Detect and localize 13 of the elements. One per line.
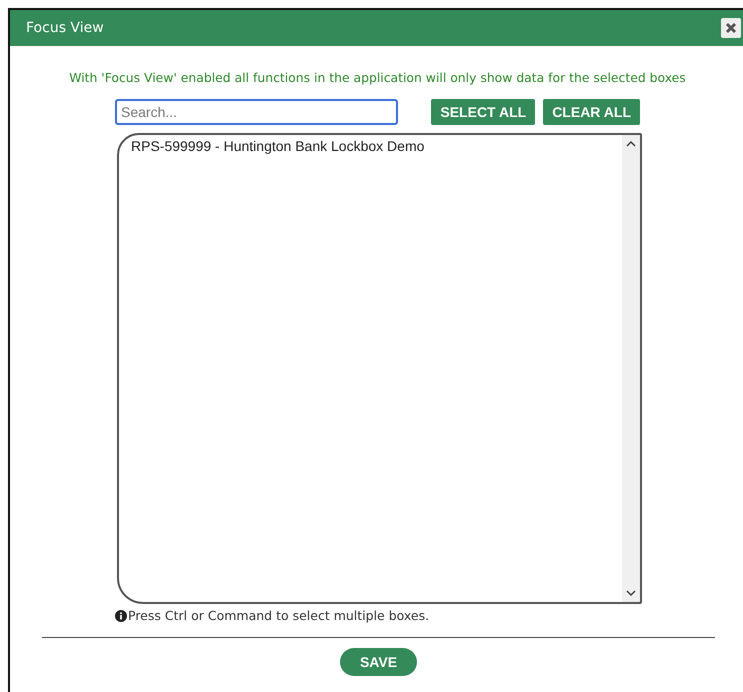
scroll-up-icon[interactable] [626, 141, 636, 147]
save-button[interactable]: SAVE [340, 648, 418, 676]
close-icon[interactable] [721, 18, 741, 38]
hint-text: Press Ctrl or Command to select multiple boxes. [128, 608, 430, 623]
scrollbar[interactable] [622, 135, 640, 602]
intro-text: With 'Focus View' enabled all functions in the application will only show data for the selected boxes [68, 70, 687, 85]
list-item[interactable]: RPS-599999 - Huntington Bank Lockbox Demo [131, 138, 610, 154]
info-icon [115, 610, 127, 622]
window-title: Focus View [26, 20, 104, 36]
scroll-down-icon[interactable] [626, 590, 636, 596]
search-field[interactable]: Search... [115, 99, 398, 125]
action-button[interactable]: SELECT ALL [431, 99, 536, 125]
action-button[interactable]: CLEAR ALL [543, 99, 640, 125]
